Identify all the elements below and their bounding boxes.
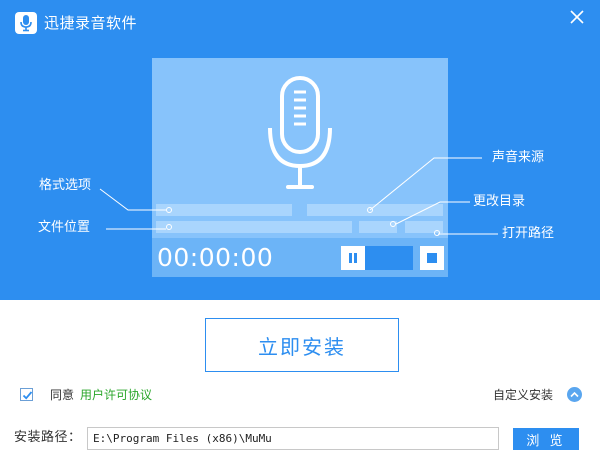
change-dir-marker bbox=[390, 221, 396, 227]
installer-window: 迅捷录音软件 00:00:00 格式选项 文件位置 声音来源 更改目录 打开路径… bbox=[0, 0, 600, 460]
recording-timer: 00:00:00 bbox=[157, 243, 274, 272]
install-path-input[interactable] bbox=[87, 427, 499, 450]
source-option-slot[interactable] bbox=[307, 204, 443, 216]
pause-button[interactable] bbox=[341, 246, 365, 270]
callout-format-options: 格式选项 bbox=[39, 178, 92, 193]
license-agreement-link[interactable]: 用户许可协议 bbox=[80, 387, 152, 403]
callout-change-dir: 更改目录 bbox=[473, 194, 526, 209]
install-now-button[interactable]: 立即安装 bbox=[205, 318, 399, 372]
agree-label: 同意 bbox=[50, 388, 75, 402]
recording-control-bar: 00:00:00 bbox=[152, 238, 448, 277]
microphone-icon bbox=[268, 76, 332, 189]
agree-checkbox[interactable] bbox=[20, 388, 33, 401]
header-banner: 迅捷录音软件 00:00:00 格式选项 文件位置 声音来源 更改目录 打开路径 bbox=[0, 0, 600, 300]
close-button[interactable] bbox=[568, 8, 586, 26]
custom-install-link[interactable]: 自定义安装 bbox=[493, 387, 553, 403]
close-icon bbox=[570, 10, 584, 24]
app-title: 迅捷录音软件 bbox=[44, 14, 138, 32]
callout-file-location: 文件位置 bbox=[38, 220, 91, 235]
recorder-preview: 00:00:00 bbox=[152, 58, 448, 277]
format-option-slot[interactable] bbox=[156, 204, 292, 216]
checkmark-icon bbox=[22, 391, 33, 400]
browse-button[interactable]: 浏 览 bbox=[513, 428, 579, 450]
preview-screen bbox=[152, 58, 448, 238]
app-logo bbox=[15, 12, 37, 34]
install-path-label: 安装路径： bbox=[14, 430, 82, 445]
location-marker bbox=[166, 224, 172, 230]
callout-sound-source: 声音来源 bbox=[492, 150, 545, 165]
file-location-slot[interactable] bbox=[156, 221, 352, 233]
recording-level-track bbox=[365, 246, 413, 270]
stop-button[interactable] bbox=[420, 246, 444, 270]
open-path-marker bbox=[434, 230, 440, 236]
chevron-up-icon bbox=[570, 391, 579, 398]
source-marker bbox=[367, 207, 373, 213]
callout-open-path: 打开路径 bbox=[502, 226, 555, 241]
format-marker bbox=[166, 207, 172, 213]
collapse-options-button[interactable] bbox=[567, 387, 582, 402]
microphone-icon bbox=[20, 15, 32, 32]
